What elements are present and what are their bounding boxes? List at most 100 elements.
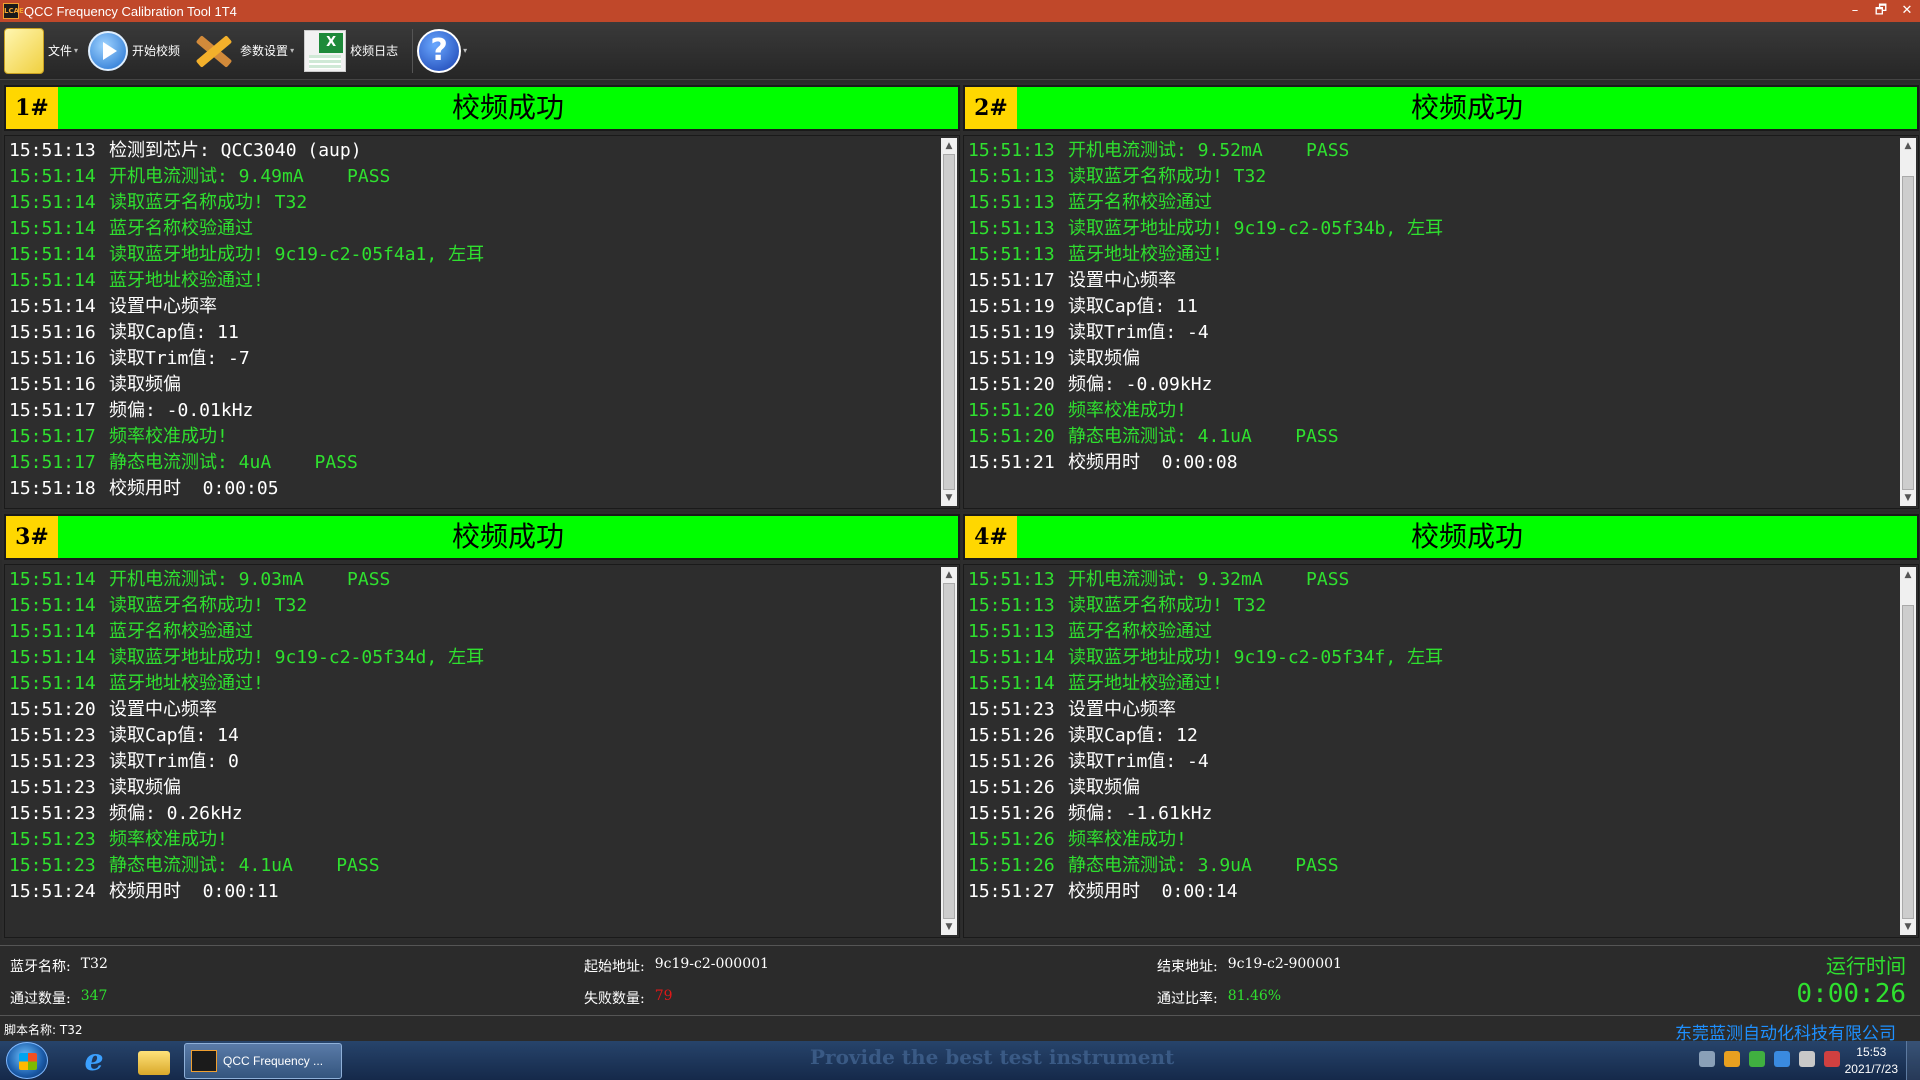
log-message: 读取Trim值: -4: [1068, 322, 1209, 343]
log-message: 蓝牙地址校验通过!: [109, 673, 264, 694]
start-calibration-button[interactable]: 开始校频: [88, 25, 184, 77]
scroll-thumb[interactable]: [943, 583, 955, 919]
log-message: 蓝牙地址校验通过!: [1068, 673, 1223, 694]
log-timestamp: 15:51:14: [9, 166, 96, 187]
scroll-up-icon[interactable]: ▲: [1900, 567, 1916, 583]
log-line: 15:51:17 频偏: -0.01kHz: [9, 398, 959, 424]
taskbar-tagline: Provide the best test instrument: [810, 1045, 1175, 1069]
settings-button[interactable]: 参数设置 ▾: [190, 25, 298, 77]
flag-icon[interactable]: [1824, 1051, 1840, 1067]
log-line: 15:51:13 读取蓝牙名称成功! T32: [968, 164, 1918, 190]
scroll-down-icon[interactable]: ▼: [1900, 919, 1916, 935]
log-timestamp: 15:51:23: [9, 751, 96, 772]
log-timestamp: 15:51:17: [9, 426, 96, 447]
log-message: 设置中心频率: [109, 699, 217, 720]
log-line: 15:51:14 读取蓝牙名称成功! T32: [9, 190, 959, 216]
calibration-status: 校频成功: [451, 91, 564, 124]
log-line: 15:51:13 读取蓝牙名称成功! T32: [968, 593, 1918, 619]
log-scrollbar[interactable]: ▲ ▼: [1900, 138, 1916, 506]
log-timestamp: 15:51:24: [9, 881, 96, 902]
scroll-down-icon[interactable]: ▼: [1900, 490, 1916, 506]
log-scrollbar[interactable]: ▲ ▼: [1900, 567, 1916, 935]
log-line: 15:51:27 校频用时 0:00:14: [968, 879, 1918, 905]
scroll-thumb[interactable]: [943, 154, 955, 490]
station-number: 1#: [6, 87, 58, 129]
window-controls: – 🗗 ✕: [1842, 0, 1920, 22]
scroll-thumb[interactable]: [1902, 176, 1914, 490]
log-message: 检测到芯片: QCC3040 (aup): [109, 140, 362, 161]
log-timestamp: 15:51:14: [9, 647, 96, 668]
log-message: 读取频偏: [109, 777, 181, 798]
help-button[interactable]: ? ▾: [417, 25, 471, 77]
log-timestamp: 15:51:13: [968, 244, 1055, 265]
file-explorer-icon[interactable]: [126, 1043, 182, 1079]
log-line: 15:51:13 蓝牙名称校验通过: [968, 619, 1918, 645]
log-line: 15:51:18 校频用时 0:00:05: [9, 476, 959, 502]
log-message: 读取Cap值: 12: [1068, 725, 1198, 746]
start-button[interactable]: [6, 1042, 48, 1079]
scroll-up-icon[interactable]: ▲: [1900, 138, 1916, 154]
fail-count-label: 失败数量:: [584, 991, 645, 1007]
log-message: 静态电流测试: 4.1uA PASS: [109, 855, 380, 876]
start-address-field: 起始地址: 9c19-c2-000001: [584, 956, 769, 976]
log-line: 15:51:14 读取蓝牙地址成功! 9c19-c2-05f4a1, 左耳: [9, 242, 959, 268]
log-message: 频率校准成功!: [109, 426, 228, 447]
log-line: 15:51:23 频率校准成功!: [9, 827, 959, 853]
log-area[interactable]: 15:51:13 开机电流测试: 9.52mA PASS 15:51:13 读取蓝牙名…: [963, 135, 1919, 509]
network-icon[interactable]: [1774, 1051, 1790, 1067]
volume-icon[interactable]: [1799, 1051, 1815, 1067]
scroll-up-icon[interactable]: ▲: [941, 138, 957, 154]
log-line: 15:51:16 读取频偏: [9, 372, 959, 398]
log-timestamp: 15:51:26: [968, 777, 1055, 798]
calibration-log-button[interactable]: 校频日志: [304, 25, 402, 77]
log-timestamp: 15:51:17: [9, 400, 96, 421]
log-line: 15:51:13 检测到芯片: QCC3040 (aup): [9, 138, 959, 164]
file-icon: [4, 27, 44, 74]
log-message: 开机电流测试: 9.52mA PASS: [1068, 140, 1350, 161]
scroll-down-icon[interactable]: ▼: [941, 919, 957, 935]
script-name: 脚本名称: T32: [4, 1023, 83, 1037]
file-menu-button[interactable]: 文件 ▾: [4, 25, 82, 77]
log-line: 15:51:19 读取Trim值: -4: [968, 320, 1918, 346]
excel-log-icon: [304, 29, 347, 72]
keyboard-icon[interactable]: [1699, 1051, 1715, 1067]
scroll-down-icon[interactable]: ▼: [941, 490, 957, 506]
log-line: 15:51:16 读取Cap值: 11: [9, 320, 959, 346]
show-desktop-button[interactable]: [1906, 1041, 1920, 1080]
scroll-up-icon[interactable]: ▲: [941, 567, 957, 583]
window-title: QCC Frequency Calibration Tool 1T4: [24, 3, 237, 19]
file-label: 文件: [48, 44, 73, 58]
bt-name-value: T32: [80, 956, 108, 972]
log-timestamp: 15:51:14: [9, 244, 96, 265]
internet-explorer-icon[interactable]: e: [66, 1043, 122, 1079]
log-message: 开机电流测试: 9.32mA PASS: [1068, 569, 1350, 590]
log-timestamp: 15:51:16: [9, 348, 96, 369]
close-button[interactable]: ✕: [1894, 0, 1920, 22]
shield-icon[interactable]: [1724, 1051, 1740, 1067]
runtime-value: 0:00:26: [1796, 979, 1906, 1009]
log-timestamp: 15:51:26: [968, 725, 1055, 746]
minimize-button[interactable]: –: [1842, 0, 1868, 22]
status-footer: 脚本名称: T32 东莞蓝测自动化科技有限公司: [0, 1015, 1920, 1044]
log-line: 15:51:23 频偏: 0.26kHz: [9, 801, 959, 827]
update-icon[interactable]: [1749, 1051, 1765, 1067]
taskbar-app-qcc[interactable]: QCC Frequency ...: [184, 1043, 342, 1079]
log-timestamp: 15:51:26: [968, 751, 1055, 772]
log-timestamp: 15:51:20: [968, 374, 1055, 395]
station-number: 4#: [965, 516, 1017, 558]
log-timestamp: 15:51:14: [9, 569, 96, 590]
system-clock[interactable]: 15:53 2021/7/23: [1845, 1044, 1898, 1078]
log-area[interactable]: 15:51:13 检测到芯片: QCC3040 (aup) 15:51:14 开机电流…: [4, 135, 960, 509]
log-timestamp: 15:51:23: [9, 777, 96, 798]
log-line: 15:51:14 读取蓝牙地址成功! 9c19-c2-05f34f, 左耳: [968, 645, 1918, 671]
log-scrollbar[interactable]: ▲ ▼: [941, 567, 957, 935]
log-message: 蓝牙地址校验通过!: [109, 270, 264, 291]
log-area[interactable]: 15:51:13 开机电流测试: 9.32mA PASS 15:51:13 读取蓝牙名…: [963, 564, 1919, 938]
log-area[interactable]: 15:51:14 开机电流测试: 9.03mA PASS 15:51:14 读取蓝牙名…: [4, 564, 960, 938]
restore-button[interactable]: 🗗: [1868, 0, 1894, 22]
log-scrollbar[interactable]: ▲ ▼: [941, 138, 957, 506]
panel-header: 2# 校频成功: [963, 85, 1919, 131]
log-message: 读取频偏: [109, 374, 181, 395]
scroll-thumb[interactable]: [1902, 605, 1914, 919]
log-message: 读取蓝牙地址成功! 9c19-c2-05f34b, 左耳: [1068, 218, 1444, 239]
